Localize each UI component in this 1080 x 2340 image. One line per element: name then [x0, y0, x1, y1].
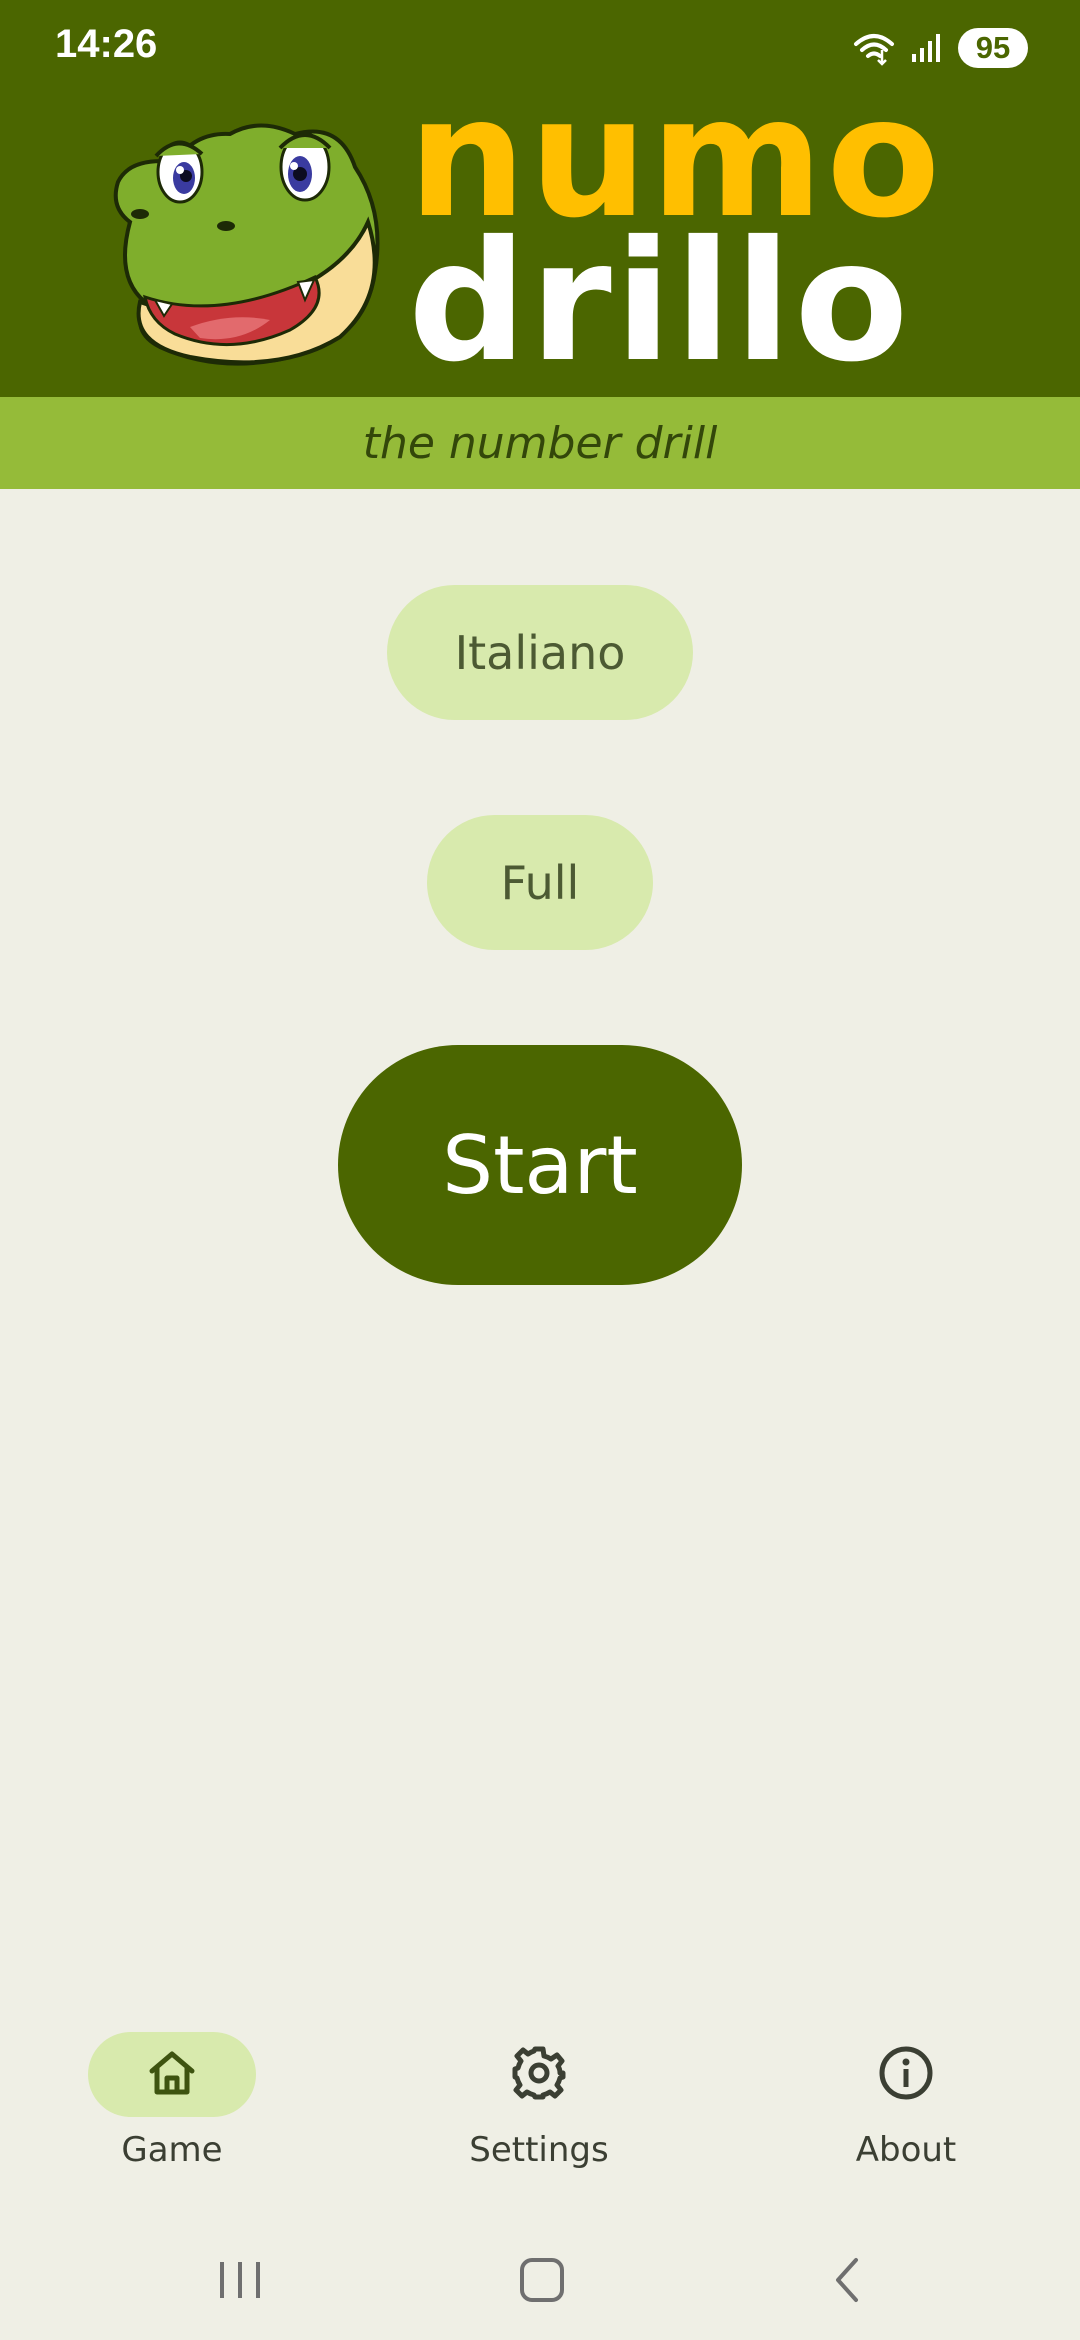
info-icon	[878, 2045, 934, 2105]
nav-label-game: Game	[121, 2130, 223, 2170]
crocodile-mascot	[100, 112, 395, 370]
subtitle-bar: the number drill	[0, 397, 1080, 489]
wifi-icon	[852, 30, 896, 66]
bottom-navigation: Game Settings About	[0, 2000, 1080, 2200]
back-icon[interactable]	[804, 2250, 884, 2310]
nav-item-settings[interactable]: Settings	[409, 2032, 669, 2182]
system-navigation-bar	[0, 2220, 1080, 2340]
mode-button[interactable]: Full	[427, 815, 653, 950]
app-subtitle: the number drill	[362, 417, 718, 469]
start-button[interactable]: Start	[338, 1045, 742, 1285]
nav-label-settings: Settings	[469, 2130, 609, 2170]
logo-drillo: drillo	[408, 206, 912, 399]
app-header: 14:26 95 numo drillo	[0, 0, 1080, 397]
battery-icon: 95	[958, 28, 1028, 68]
nav-indicator	[822, 2032, 990, 2117]
nav-item-game[interactable]: Game	[42, 2032, 302, 2182]
home-icon	[146, 2047, 198, 2103]
gear-icon	[511, 2045, 567, 2105]
nav-indicator	[455, 2032, 623, 2117]
home-button-icon[interactable]	[502, 2250, 582, 2310]
nav-label-about: About	[855, 2130, 957, 2170]
nav-item-about[interactable]: About	[776, 2032, 1036, 2182]
language-button[interactable]: Italiano	[387, 585, 693, 720]
signal-icon	[910, 32, 944, 64]
nav-indicator	[88, 2032, 256, 2117]
status-time: 14:26	[55, 22, 158, 66]
recent-apps-icon[interactable]	[200, 2250, 280, 2310]
